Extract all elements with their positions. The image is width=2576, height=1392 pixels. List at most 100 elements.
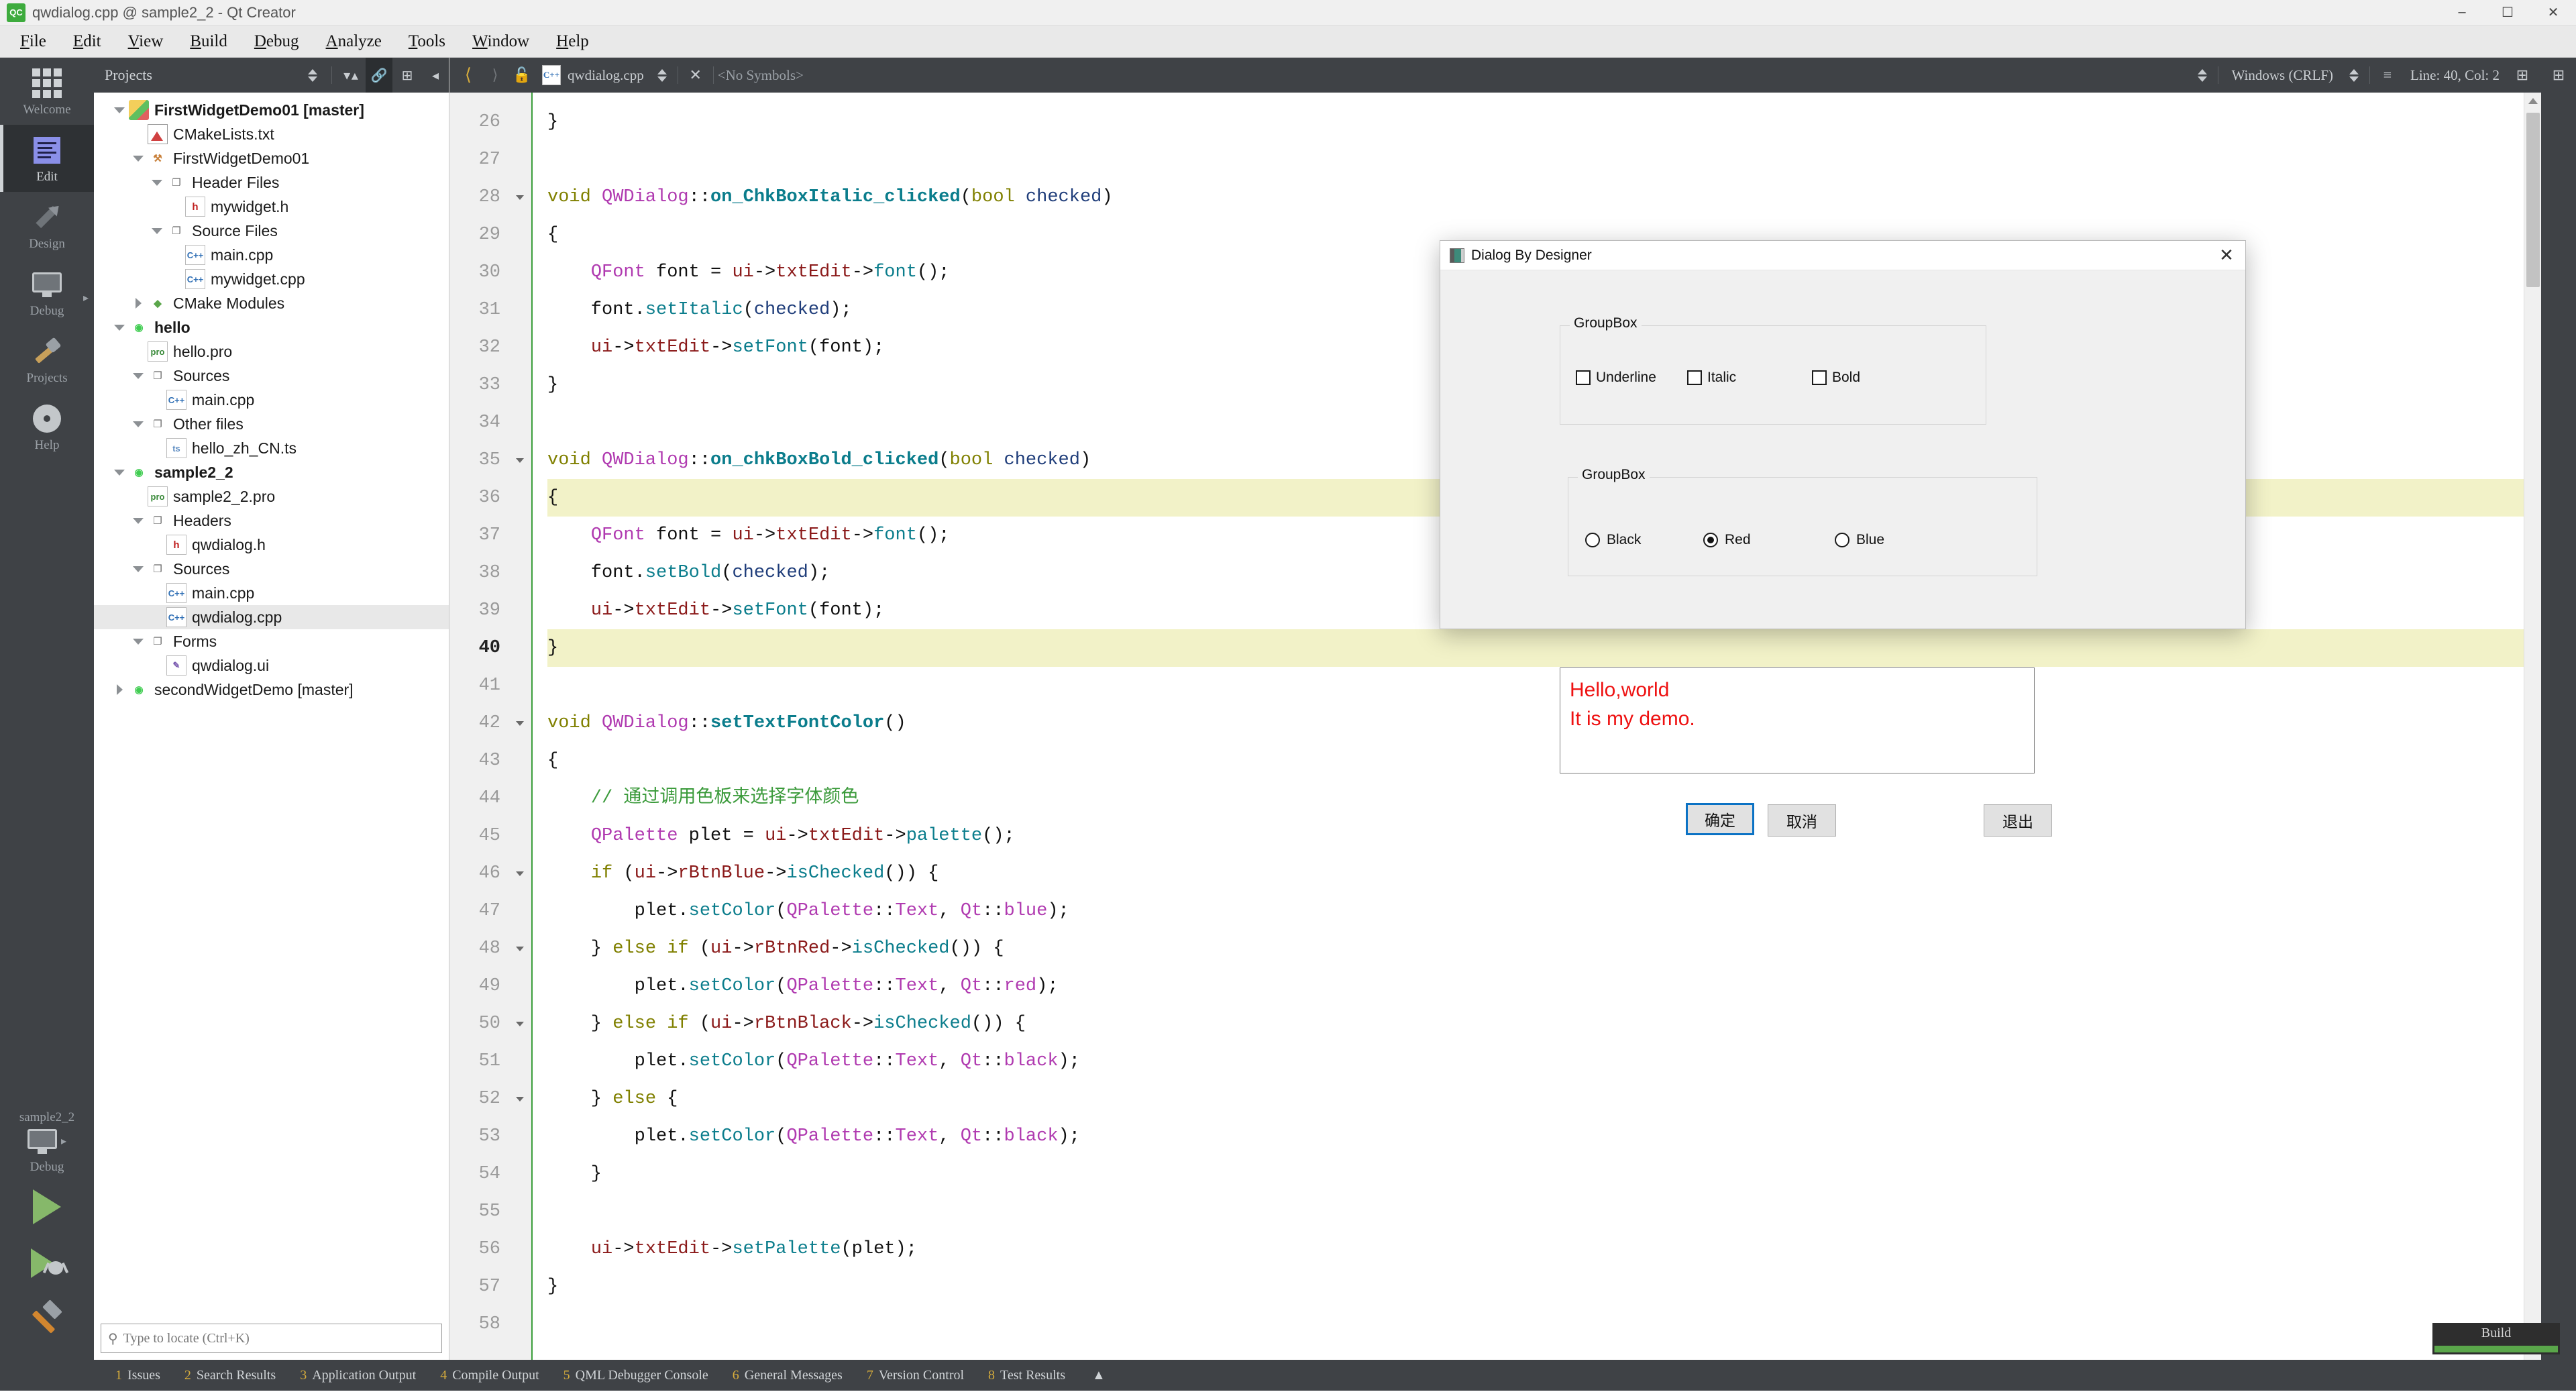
mode-edit[interactable]: Edit bbox=[0, 125, 94, 192]
code-line[interactable]: plet.setColor(QPalette::Text, Qt::black)… bbox=[547, 1042, 2541, 1080]
updown-arrows-icon[interactable] bbox=[2349, 68, 2359, 82]
tree-item-firstwidgetdemo01-master[interactable]: FirstWidgetDemo01 [master] bbox=[94, 98, 449, 122]
twisty-down-icon[interactable] bbox=[129, 566, 148, 572]
tree-item-other-files[interactable]: ❐ Other files bbox=[94, 412, 449, 436]
run-button[interactable] bbox=[0, 1179, 94, 1235]
code-line[interactable]: QPalette plet = ui->txtEdit->palette(); bbox=[547, 817, 2541, 855]
output-tab-general-messages[interactable]: 6 General Messages bbox=[720, 1360, 855, 1391]
fold-marker-icon[interactable] bbox=[508, 855, 531, 892]
code-line[interactable]: // 通过调用色板来选择字体颜色 bbox=[547, 780, 2541, 817]
tree-item-sample2-2-pro[interactable]: pro sample2_2.pro bbox=[94, 484, 449, 508]
menu-debug[interactable]: Debug bbox=[241, 25, 313, 58]
mode-design[interactable]: Design bbox=[0, 192, 94, 259]
dialog-close-button[interactable]: ✕ bbox=[2208, 241, 2245, 270]
fold-marker-icon[interactable] bbox=[508, 1080, 531, 1118]
twisty-down-icon[interactable] bbox=[148, 179, 166, 186]
code-line[interactable] bbox=[547, 1305, 2541, 1343]
twisty-down-icon[interactable] bbox=[148, 227, 166, 234]
mode-help[interactable]: Help bbox=[0, 393, 94, 460]
sync-icon[interactable] bbox=[299, 58, 326, 93]
code-line[interactable]: } bbox=[547, 1268, 2541, 1305]
split-icon[interactable]: ⊞ bbox=[394, 58, 421, 93]
menu-window[interactable]: Window bbox=[459, 25, 543, 58]
code-line[interactable]: } else { bbox=[547, 1080, 2541, 1118]
output-tab-application-output[interactable]: 3 Application Output bbox=[288, 1360, 428, 1391]
scrollbar-thumb[interactable] bbox=[2526, 113, 2540, 287]
quit-button[interactable]: 退出 bbox=[1984, 804, 2052, 837]
tree-item-header-files[interactable]: ❐ Header Files bbox=[94, 170, 449, 195]
tree-item-sample2-2[interactable]: ◉ sample2_2 bbox=[94, 460, 449, 484]
code-line[interactable]: void QWDialog::on_ChkBoxItalic_clicked(b… bbox=[547, 178, 2541, 216]
code-line[interactable]: plet.setColor(QPalette::Text, Qt::red); bbox=[547, 967, 2541, 1005]
radio-black[interactable]: Black bbox=[1585, 532, 1703, 548]
expand-output-icon[interactable]: ▲ bbox=[1092, 1368, 1106, 1383]
code-line[interactable] bbox=[547, 1193, 2541, 1230]
code-line[interactable] bbox=[547, 141, 2541, 178]
fold-marker-icon[interactable] bbox=[508, 1005, 531, 1042]
code-line[interactable]: } else if (ui->rBtnRed->isChecked()) { bbox=[547, 930, 2541, 967]
fold-marker-icon[interactable] bbox=[508, 441, 531, 479]
twisty-down-icon[interactable] bbox=[110, 324, 129, 331]
output-tab-qml-debugger-console[interactable]: 5 QML Debugger Console bbox=[551, 1360, 720, 1391]
mode-welcome[interactable]: Welcome bbox=[0, 58, 94, 125]
project-tree[interactable]: FirstWidgetDemo01 [master] CMakeLists.txt… bbox=[94, 93, 449, 1320]
minimize-button[interactable]: – bbox=[2439, 0, 2485, 25]
twisty-down-icon[interactable] bbox=[129, 638, 148, 645]
tree-item-firstwidgetdemo01[interactable]: ⚒ FirstWidgetDemo01 bbox=[94, 146, 449, 170]
fold-marker-icon[interactable] bbox=[508, 930, 531, 967]
forward-button[interactable]: ⟩ bbox=[482, 58, 508, 93]
tree-item-mywidget-h[interactable]: h mywidget.h bbox=[94, 195, 449, 219]
mode-projects[interactable]: Projects bbox=[0, 326, 94, 393]
updown-arrows-icon[interactable] bbox=[2197, 68, 2207, 82]
code-line[interactable]: { bbox=[547, 742, 2541, 780]
link-icon[interactable]: 🔗 bbox=[366, 58, 392, 93]
code-line[interactable] bbox=[547, 667, 2541, 704]
back-button[interactable]: ⟨ bbox=[455, 58, 482, 93]
ok-button[interactable]: 确定 bbox=[1686, 803, 1754, 835]
twisty-down-icon[interactable] bbox=[129, 155, 148, 162]
editor-vertical-scrollbar[interactable] bbox=[2524, 93, 2541, 1360]
text-layout-icon[interactable]: ≡ bbox=[2374, 58, 2401, 93]
menu-build[interactable]: Build bbox=[176, 25, 241, 58]
tree-item-mywidget-cpp[interactable]: C++ mywidget.cpp bbox=[94, 267, 449, 291]
checkbox-underline[interactable]: Underline bbox=[1576, 370, 1687, 386]
code-line[interactable]: plet.setColor(QPalette::Text, Qt::black)… bbox=[547, 1118, 2541, 1155]
split-editor-icon[interactable]: ⊞ bbox=[2509, 58, 2536, 93]
locator-input[interactable]: ⚲ Type to locate (Ctrl+K) bbox=[101, 1324, 442, 1353]
code-line[interactable]: ui->txtEdit->setPalette(plet); bbox=[547, 1230, 2541, 1268]
code-line[interactable]: } else if (ui->rBtnBlack->isChecked()) { bbox=[547, 1005, 2541, 1042]
checkbox-bold[interactable]: Bold bbox=[1812, 370, 1860, 386]
code-line[interactable]: } bbox=[547, 1155, 2541, 1193]
tree-item-headers[interactable]: ❐ Headers bbox=[94, 508, 449, 533]
start-debugging-button[interactable] bbox=[0, 1235, 94, 1291]
close-button[interactable]: ✕ bbox=[2530, 0, 2576, 25]
tree-item-qwdialog-ui[interactable]: ✎ qwdialog.ui bbox=[94, 653, 449, 678]
tree-item-hello-zh-cn-ts[interactable]: ts hello_zh_CN.ts bbox=[94, 436, 449, 460]
line-ending-selector[interactable]: Windows (CRLF) bbox=[2222, 67, 2343, 84]
output-tab-compile-output[interactable]: 4 Compile Output bbox=[428, 1360, 551, 1391]
menu-file[interactable]: File bbox=[7, 25, 60, 58]
radio-red[interactable]: Red bbox=[1703, 532, 1835, 548]
output-tab-version-control[interactable]: 7 Version Control bbox=[855, 1360, 976, 1391]
tree-item-main-cpp[interactable]: C++ main.cpp bbox=[94, 388, 449, 412]
fold-marker-icon[interactable] bbox=[508, 704, 531, 742]
text-edit[interactable]: Hello,world It is my demo. bbox=[1560, 667, 2035, 773]
code-line[interactable]: void QWDialog::setTextFontColor() bbox=[547, 704, 2541, 742]
tree-item-qwdialog-cpp[interactable]: C++ qwdialog.cpp bbox=[94, 605, 449, 629]
mode-debug[interactable]: Debug ▸ bbox=[0, 259, 94, 326]
output-tab-issues[interactable]: 1 Issues bbox=[103, 1360, 172, 1391]
unlocked-icon[interactable]: 🔓 bbox=[508, 58, 535, 93]
tree-item-forms[interactable]: ❐ Forms bbox=[94, 629, 449, 653]
fold-column[interactable] bbox=[508, 93, 533, 1360]
twisty-down-icon[interactable] bbox=[129, 517, 148, 524]
twisty-down-icon[interactable] bbox=[110, 469, 129, 476]
twisty-down-icon[interactable] bbox=[110, 107, 129, 113]
tree-item-main-cpp[interactable]: C++ main.cpp bbox=[94, 581, 449, 605]
twisty-down-icon[interactable] bbox=[129, 421, 148, 427]
code-line[interactable]: plet.setColor(QPalette::Text, Qt::blue); bbox=[547, 892, 2541, 930]
scroll-up-icon[interactable] bbox=[2528, 98, 2538, 104]
menu-tools[interactable]: Tools bbox=[395, 25, 459, 58]
filter-icon[interactable]: ▾ ▴ bbox=[337, 58, 364, 93]
code-line[interactable]: if (ui->rBtnBlue->isChecked()) { bbox=[547, 855, 2541, 892]
tree-item-secondwidgetdemo-master[interactable]: ◉ secondWidgetDemo [master] bbox=[94, 678, 449, 702]
